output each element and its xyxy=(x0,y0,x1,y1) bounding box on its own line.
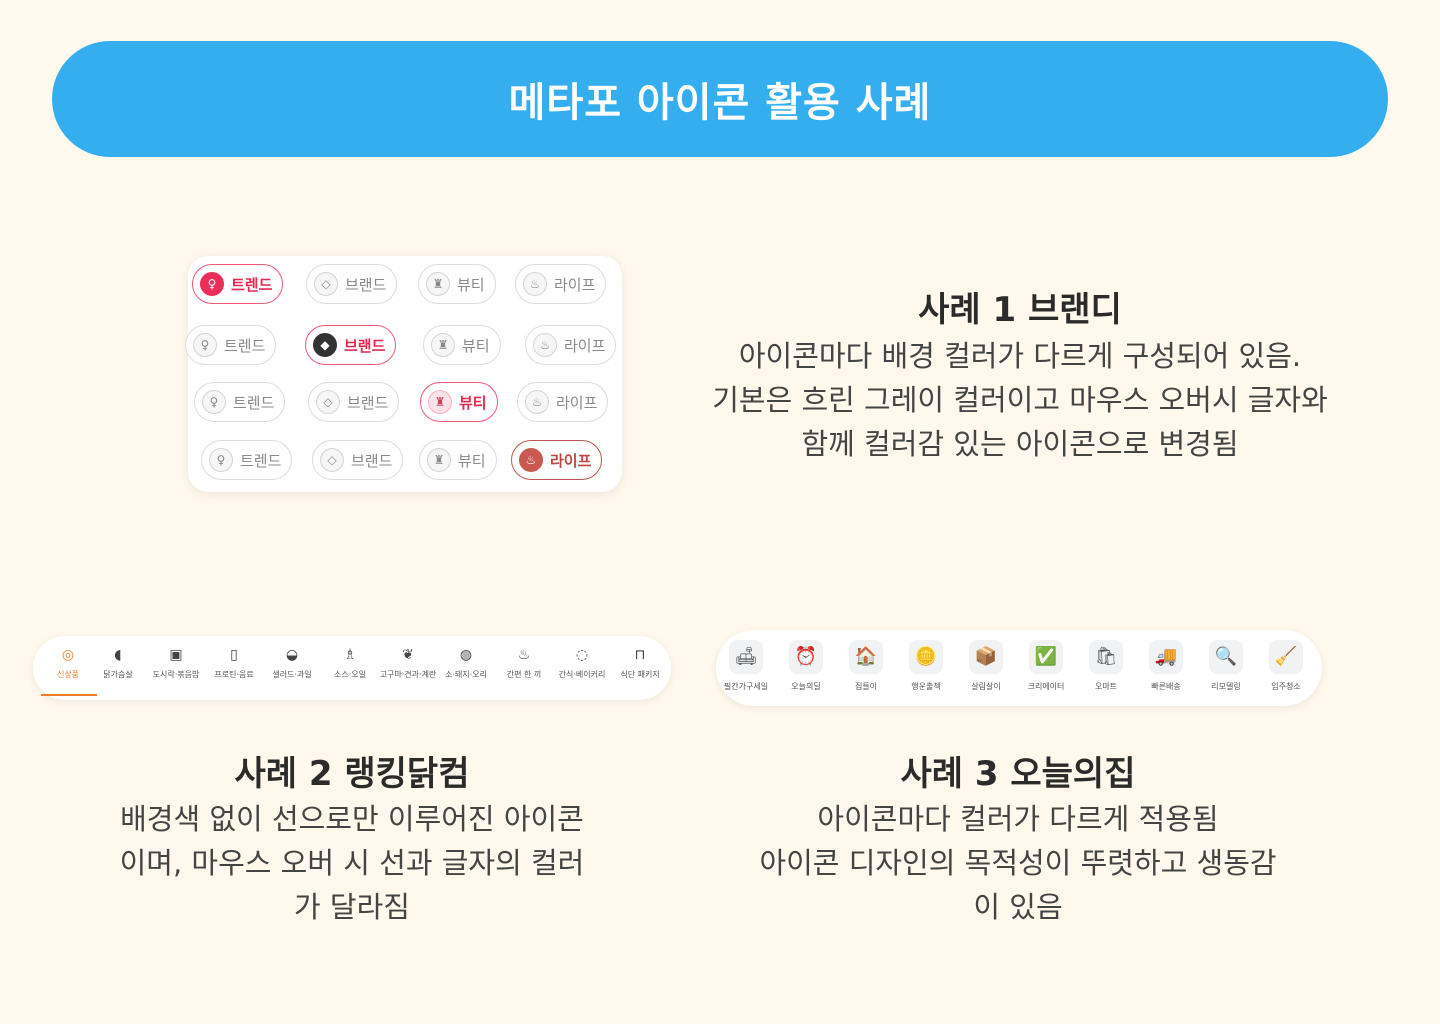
category-furniture-sale[interactable]: 🛋 필간가구세일 xyxy=(716,640,776,692)
alarm-clock-icon: ⏰ xyxy=(789,640,823,674)
category-housewarming[interactable]: 🏠 집들이 xyxy=(836,640,896,692)
tab-life[interactable]: ♨ 라이프 xyxy=(525,325,617,365)
case2-title: 사례 2 랭킹닭컴 xyxy=(234,754,470,794)
magnifier-icon: 🔍 xyxy=(1209,640,1243,674)
tab-beauty[interactable]: ♜ 뷰티 xyxy=(419,440,497,480)
category-creator[interactable]: ✅ 크리에이터 xyxy=(1016,640,1076,692)
category-simple-meal[interactable]: ♨ 간편 한 끼 xyxy=(495,646,553,679)
category-fast-delivery[interactable]: 🚚 빠른배송 xyxy=(1136,640,1196,692)
coin-icon: 🪙 xyxy=(909,640,943,674)
cosmetics-icon: ♜ xyxy=(428,390,452,414)
bowl-icon: ◒ xyxy=(285,647,299,663)
dress-icon: ♀ xyxy=(209,448,233,472)
case1-description: 아이콘마다 배경 컬러가 다르게 구성되어 있음. 기본은 흐린 그레이 컬러이… xyxy=(712,339,1328,461)
house-icon: 🏠 xyxy=(849,640,883,674)
brandi-tab-card: ♀ 트렌드 ◇ 브랜드 ♜ 뷰티 ♨ 라이프 ♀ 트렌드 ◆ 브랜드 ♜ 뷰티 ♨ 라이프 ♀ 트… xyxy=(185,256,622,492)
dress-icon: ♀ xyxy=(200,272,224,296)
tab-beauty[interactable]: ♜ 뷰티 xyxy=(423,325,501,365)
leaf-icon: ❦ xyxy=(402,647,414,663)
category-sweet-potato[interactable]: ❦ 고구마·견과·계란 xyxy=(379,646,437,679)
category-salad[interactable]: ◒ 샐러드·과일 xyxy=(263,646,321,679)
category-remodeling[interactable]: 🔍 리모델링 xyxy=(1196,640,1256,692)
category-package[interactable]: ⊓ 식단 패키지 xyxy=(611,646,669,679)
meat-icon: ◍ xyxy=(459,647,473,663)
tag-icon: ◇ xyxy=(314,272,338,296)
new-badge-icon: ◎ xyxy=(61,647,75,663)
tab-life[interactable]: ♨ 라이프 xyxy=(517,382,609,422)
case1-title: 사례 1 브랜디 xyxy=(918,290,1122,330)
tab-beauty[interactable]: ♜ 뷰티 xyxy=(418,264,496,304)
case3-description: 아이콘마다 컬러가 다르게 적용됨 아이콘 디자인의 목적성이 뚜렷하고 생동감… xyxy=(759,802,1277,924)
tab-life[interactable]: ♨ 라이프 xyxy=(511,440,603,480)
cosmetics-icon: ♜ xyxy=(427,448,451,472)
dress-icon: ♀ xyxy=(193,333,217,357)
cosmetics-icon: ♜ xyxy=(426,272,450,296)
category-lucky-check[interactable]: 🪙 행운출첵 xyxy=(896,640,956,692)
tag-icon: ◆ xyxy=(313,333,337,357)
cosmetics-icon: ♜ xyxy=(431,333,455,357)
tab-trend[interactable]: ♀ 트렌드 xyxy=(185,325,277,365)
ranking-dak-category-bar: ◎ 신상품 ◖ 닭가슴살 ▣ 도시락·볶음밥 ▯ 프로틴·음료 ◒ 샐러드·과일 ♗ 소스·… xyxy=(33,636,671,700)
dress-icon: ♀ xyxy=(202,390,226,414)
tag-icon: ◇ xyxy=(316,390,340,414)
tab-trend[interactable]: ♀ 트렌드 xyxy=(192,264,284,304)
dish-icon: ♨ xyxy=(517,647,531,663)
tag-icon: ◇ xyxy=(320,448,344,472)
category-meat[interactable]: ◍ 소·돼지·오리 xyxy=(437,646,495,679)
tab-brand[interactable]: ◇ 브랜드 xyxy=(308,382,400,422)
lunchbox-icon: ▣ xyxy=(169,647,183,663)
category-snack[interactable]: ◌ 간식·베이커리 xyxy=(553,646,611,679)
truck-icon: 🚚 xyxy=(1149,640,1183,674)
tab-brand[interactable]: ◇ 브랜드 xyxy=(312,440,404,480)
category-todays-deal[interactable]: ⏰ 오늘의딜 xyxy=(776,640,836,692)
case3-title: 사례 3 오늘의집 xyxy=(900,754,1136,794)
lamp-icon: ♨ xyxy=(533,333,557,357)
verified-badge-icon: ✅ xyxy=(1029,640,1063,674)
case2-description: 배경색 없이 선으로만 이루어진 아이콘 이며, 마우스 오버 시 선과 글자의… xyxy=(119,802,585,924)
sofa-icon: 🛋 xyxy=(729,640,763,674)
category-chicken-breast[interactable]: ◖ 닭가슴살 xyxy=(89,646,147,679)
tab-brand[interactable]: ◆ 브랜드 xyxy=(305,325,397,365)
tab-beauty[interactable]: ♜ 뷰티 xyxy=(420,382,498,422)
tab-trend[interactable]: ♀ 트렌드 xyxy=(201,440,293,480)
page-title: 메타포 아이콘 활용 사례 xyxy=(508,80,932,126)
lamp-icon: ♨ xyxy=(523,272,547,296)
category-sauce[interactable]: ♗ 소스·오일 xyxy=(321,646,379,679)
category-lunchbox[interactable]: ▣ 도시락·볶음밥 xyxy=(147,646,205,679)
sauce-icon: ♗ xyxy=(343,647,357,663)
box-icon: 📦 xyxy=(969,640,1003,674)
chicken-icon: ◖ xyxy=(114,647,122,663)
category-protein[interactable]: ▯ 프로틴·음료 xyxy=(205,646,263,679)
tab-life[interactable]: ♨ 라이프 xyxy=(515,264,607,304)
category-move-in-cleaning[interactable]: 🧹 입주청소 xyxy=(1256,640,1316,692)
tab-trend[interactable]: ♀ 트렌드 xyxy=(194,382,286,422)
category-household[interactable]: 📦 살림살이 xyxy=(956,640,1016,692)
broom-icon: 🧹 xyxy=(1269,640,1303,674)
bottle-icon: ▯ xyxy=(230,647,238,663)
grocery-bag-icon: 🛍 xyxy=(1089,640,1123,674)
tab-brand[interactable]: ◇ 브랜드 xyxy=(306,264,398,304)
title-banner: 메타포 아이콘 활용 사례 xyxy=(52,41,1388,157)
category-omart[interactable]: 🛍 오마트 xyxy=(1076,640,1136,692)
bag-icon: ⊓ xyxy=(634,647,646,663)
active-underline xyxy=(41,694,97,696)
ohouse-category-bar: 🛋 필간가구세일 ⏰ 오늘의딜 🏠 집들이 🪙 행운출첵 📦 살림살이 ✅ 크리에이터 🛍 오… xyxy=(716,630,1322,706)
lamp-icon: ♨ xyxy=(519,448,543,472)
lamp-icon: ♨ xyxy=(525,390,549,414)
cookie-icon: ◌ xyxy=(575,647,589,663)
